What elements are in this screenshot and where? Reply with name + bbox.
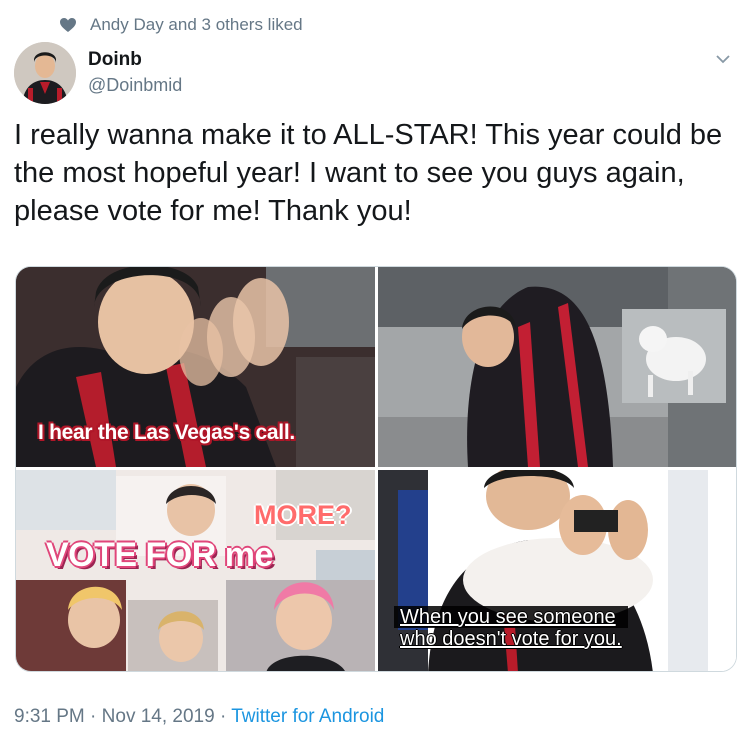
meta-separator: · [90, 706, 97, 727]
heart-icon [58, 15, 78, 35]
photo-1-caption: I hear the Las Vegas's call. [38, 421, 295, 444]
tweet-date[interactable]: Nov 14, 2019 [102, 706, 215, 727]
social-context-text: Andy Day and 3 others liked [90, 15, 303, 34]
meta-separator: · [219, 706, 227, 727]
chevron-down-icon[interactable] [714, 52, 732, 66]
author-display-name[interactable]: Doinb [88, 48, 182, 72]
tweet-text: I really wanna make it to ALL-STAR! This… [14, 119, 723, 227]
social-context[interactable]: Andy Day and 3 others liked [58, 13, 303, 37]
tweet-author[interactable]: Doinb @Doinbmid [14, 42, 182, 104]
tweet-meta: 9:31 PM · Nov 14, 2019 · Twitter for And… [14, 706, 384, 728]
tweet-time[interactable]: 9:31 PM [14, 706, 85, 727]
photo-2[interactable] [378, 267, 736, 467]
photo-4-caption-line-1: When you see someone [394, 606, 628, 628]
tweet-source-link[interactable]: Twitter for Android [231, 706, 384, 727]
photo-4-caption-line-2: who doesn't vote for you. [400, 628, 622, 650]
media-grid: I hear the Las Vegas's call. MORE? VOTE … [15, 266, 737, 672]
author-handle[interactable]: @Doinbmid [88, 72, 182, 98]
photo-1[interactable]: I hear the Las Vegas's call. [16, 267, 375, 467]
photo-4[interactable]: When you see someone who doesn't vote fo… [378, 470, 736, 671]
photo-3-more-caption: MORE? [254, 500, 352, 530]
avatar[interactable] [14, 42, 76, 104]
photo-3-vote-caption: VOTE FOR me [46, 536, 273, 574]
photo-4-caption: When you see someone who doesn't vote fo… [394, 606, 628, 650]
photo-3[interactable]: MORE? VOTE FOR me [16, 470, 375, 671]
